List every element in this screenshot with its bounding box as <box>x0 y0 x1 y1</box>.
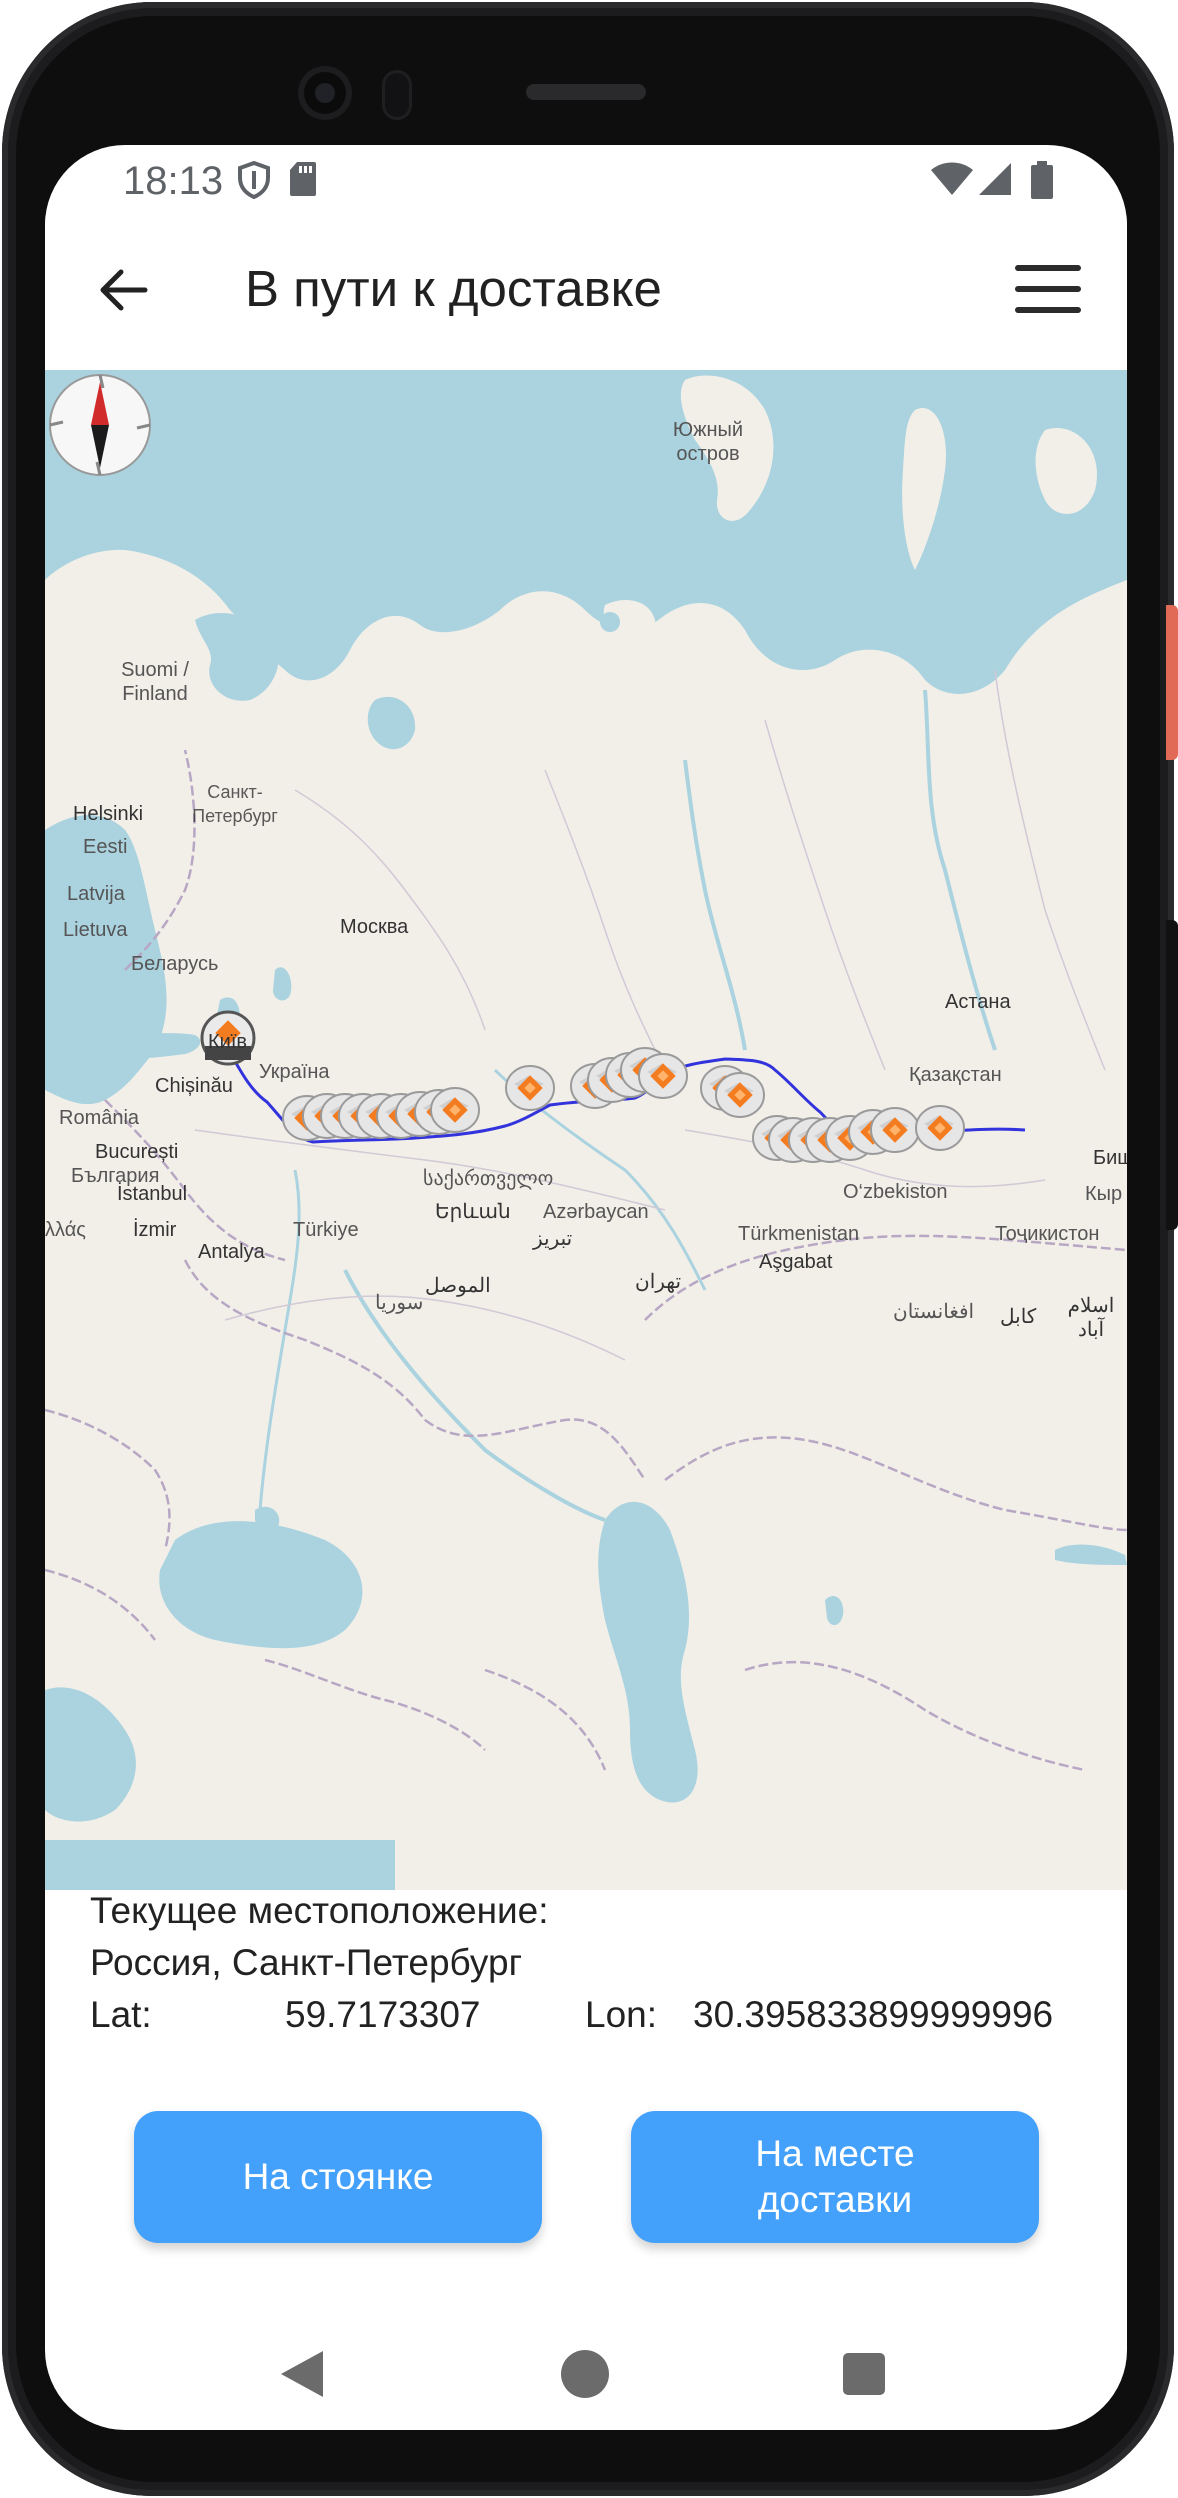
map-label-izmir: İzmir <box>133 1219 177 1241</box>
map-label-georgia: საქართველო <box>423 1168 554 1190</box>
battery-icon <box>1031 161 1053 199</box>
map-label-estonia: Eesti <box>83 836 128 858</box>
map-label-azerbaijan: Azərbaycan <box>543 1201 649 1223</box>
arrow-back-icon[interactable] <box>93 260 153 320</box>
nav-home-icon[interactable] <box>560 2349 610 2399</box>
map-label-mosul: الموصل <box>425 1275 491 1297</box>
status-time: 18:13 <box>123 159 224 203</box>
map-label-antalya: Antalya <box>198 1241 265 1263</box>
screen: 18:13 В пути к доставке Южный остров Suo… <box>45 145 1127 2430</box>
delivered-button[interactable]: На месте доставки <box>631 2111 1039 2243</box>
phone-frame: 18:13 В пути к доставке Южный остров Suo… <box>0 0 1178 2498</box>
earpiece-speaker <box>526 84 646 100</box>
location-place: Россия, Санкт-Петербург <box>90 1942 523 1983</box>
map-label-kyiv: Київ <box>208 1031 248 1053</box>
location-header: Текущее местоположение: <box>90 1890 549 1931</box>
map-label-latvia: Latvija <box>67 883 125 905</box>
map-label-romania: România <box>59 1107 140 1129</box>
page-title: В пути к доставке <box>245 260 662 317</box>
front-camera <box>298 66 352 120</box>
lat-label: Lat: <box>90 1994 152 2035</box>
nav-back-icon[interactable] <box>279 2349 325 2399</box>
hamburger-menu-icon[interactable] <box>1015 265 1081 317</box>
map-label-greece-edge: λλάς <box>45 1219 86 1241</box>
status-bar: 18:13 <box>45 145 1127 215</box>
map-label-ashgabat: Aşgabat <box>759 1251 833 1273</box>
map-label-turkey: Türkiye <box>293 1219 359 1241</box>
delivered-button-label-line1: На месте <box>755 2133 915 2174</box>
sd-card-icon <box>290 162 316 196</box>
map-label-finland: Suomi / Finland <box>121 659 189 705</box>
map-label-islamabad: اسلام آباد <box>1067 1295 1115 1341</box>
map-label-moscow: Москва <box>340 916 409 938</box>
map-label-astana: Астана <box>945 991 1011 1013</box>
parking-button-label: На стоянке <box>242 2156 434 2197</box>
lat-value: 59.7173307 <box>285 1994 481 2035</box>
route-markers <box>200 1010 965 1163</box>
map-label-bucharest: București <box>95 1141 179 1163</box>
map-label-yerevan: Երևան <box>435 1201 511 1223</box>
parking-button[interactable]: На стоянке <box>134 2111 542 2243</box>
map-label-tehran: تهران <box>635 1271 682 1293</box>
shield-icon <box>238 161 270 199</box>
delivered-button-label-line2: доставки <box>757 2179 913 2220</box>
volume-button <box>1166 920 1178 1230</box>
map-label-kazakhstan: Қазақстан <box>909 1064 1002 1086</box>
system-nav-bar <box>45 2325 1127 2425</box>
map-label-saint-petersburg: Санкт-Петербург <box>192 782 278 826</box>
map-label-south-island: Южный остров <box>672 419 744 465</box>
map-label-belarus: Беларусь <box>131 953 219 975</box>
map-label-chisinau: Chișinău <box>155 1075 233 1097</box>
compass-icon[interactable] <box>45 370 155 480</box>
map-label-syria: سوريا <box>375 1292 424 1314</box>
lon-value: 30.395833899999996 <box>693 1994 1054 2035</box>
map-label-turkmenistan: Türkmenistan <box>738 1223 860 1245</box>
map-label-afghanistan: افغانستان <box>893 1301 975 1323</box>
map-label-bishkek: Биш <box>1093 1147 1127 1169</box>
proximity-sensor <box>382 70 412 120</box>
map-label-tajikistan: Тоҷикистон <box>995 1223 1100 1245</box>
map-label-lithuania: Lietuva <box>63 919 128 941</box>
power-button <box>1166 605 1178 760</box>
signal-icon <box>979 163 1011 195</box>
map-label-kyrgyzstan: Кыр <box>1085 1183 1123 1205</box>
wifi-icon <box>931 162 973 195</box>
nav-recents-icon[interactable] <box>842 2352 886 2396</box>
map-label-ukraine: Україна <box>259 1061 330 1083</box>
map-label-uzbekistan: O‘zbekiston <box>843 1181 948 1203</box>
map-label-helsinki: Helsinki <box>73 803 144 825</box>
lon-label: Lon: <box>585 1994 658 2035</box>
map-view[interactable]: Южный остров Suomi / Finland Санкт-Петер… <box>45 370 1127 1890</box>
map-label-tabriz: تبریز <box>533 1228 573 1250</box>
map-label-istanbul: İstanbul <box>117 1183 188 1205</box>
app-bar: В пути к доставке <box>45 215 1127 370</box>
map-label-kabul: کابل <box>1000 1306 1037 1328</box>
